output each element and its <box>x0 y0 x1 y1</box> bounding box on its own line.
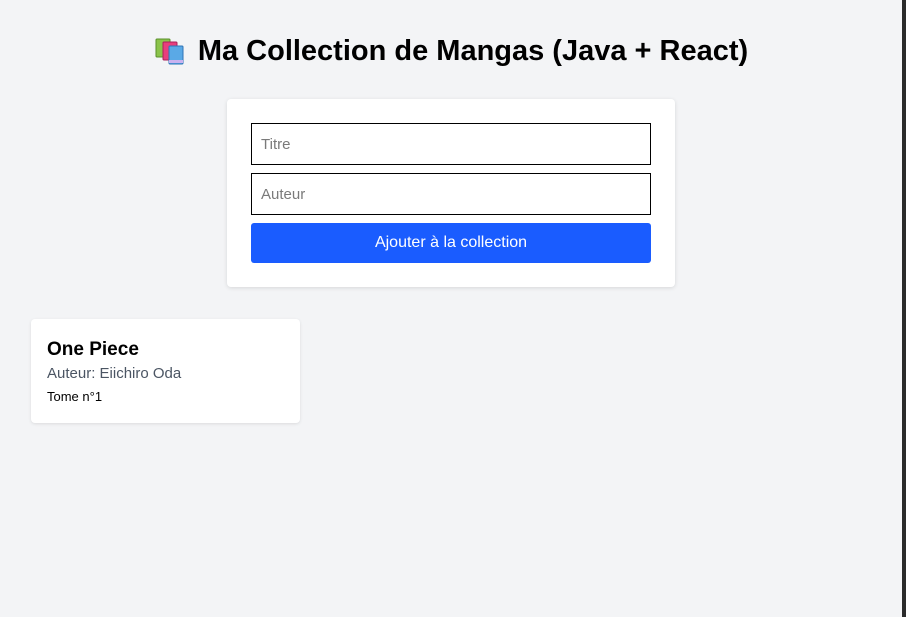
title-input[interactable] <box>251 123 651 165</box>
author-input[interactable] <box>251 173 651 215</box>
manga-volume: Tome n°1 <box>47 389 103 404</box>
add-manga-form: Ajouter à la collection <box>227 99 675 287</box>
add-to-collection-button[interactable]: Ajouter à la collection <box>251 223 651 263</box>
page-title: Ma Collection de Mangas (Java + React) <box>0 31 902 71</box>
manga-title: One Piece <box>47 339 139 360</box>
manga-card: One Piece Auteur: Eiichiro Oda Tome n°1 <box>31 319 300 423</box>
manga-author: Auteur: Eiichiro Oda <box>47 365 182 382</box>
window-edge <box>902 0 906 617</box>
page-title-text: Ma Collection de Mangas (Java + React) <box>197 35 749 67</box>
books-icon <box>154 37 186 65</box>
